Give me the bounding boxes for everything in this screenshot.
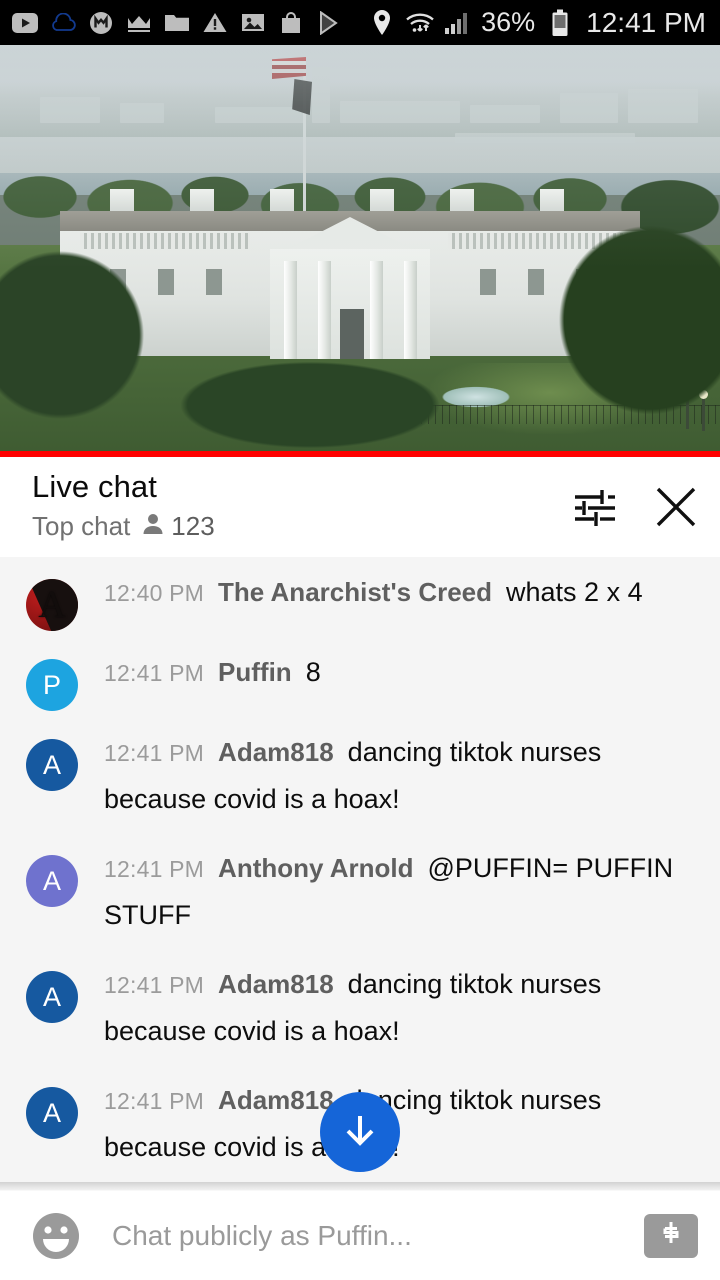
close-icon[interactable] bbox=[652, 483, 700, 531]
foreground-tree-center bbox=[150, 345, 480, 451]
avatar-letter: A bbox=[42, 749, 61, 780]
message-body: 12:41 PM Anthony Arnold @PUFFIN= PUFFIN … bbox=[104, 847, 702, 943]
phone-screen: 36% 12:41 PM Live chat Top chat 123 A 12… bbox=[0, 0, 720, 1280]
city-building bbox=[560, 93, 618, 123]
location-icon bbox=[367, 8, 397, 38]
live-chat-header: Live chat Top chat 123 bbox=[0, 457, 720, 557]
status-bar-system-icons: 36% 12:41 PM bbox=[367, 8, 706, 38]
city-building bbox=[470, 105, 540, 123]
avatar[interactable]: P bbox=[26, 659, 78, 711]
message-timestamp: 12:41 PM bbox=[104, 1088, 205, 1114]
avatar[interactable] bbox=[26, 579, 78, 631]
message-timestamp: 12:41 PM bbox=[104, 972, 205, 998]
message-body: 12:41 PM Adam818 dancing tiktok nurses b… bbox=[104, 963, 702, 1059]
message-author[interactable]: The Anarchist's Creed bbox=[218, 577, 492, 607]
list-item[interactable]: A 12:41 PM Adam818 dancing tiktok nurses… bbox=[0, 721, 720, 837]
arrow-down-icon bbox=[338, 1108, 382, 1157]
viewer-count-label: 123 bbox=[171, 511, 215, 542]
signal-icon bbox=[443, 8, 473, 38]
avatar[interactable]: A bbox=[26, 971, 78, 1023]
window bbox=[480, 269, 496, 295]
chat-mode-label[interactable]: Top chat bbox=[32, 513, 130, 539]
message-timestamp: 12:41 PM bbox=[104, 740, 205, 766]
scroll-to-bottom-button[interactable] bbox=[320, 1092, 400, 1172]
avatar[interactable]: A bbox=[26, 739, 78, 791]
message-timestamp: 12:40 PM bbox=[104, 580, 205, 606]
city-building bbox=[40, 97, 100, 123]
live-chat-subtitle-row: Top chat 123 bbox=[32, 512, 570, 541]
message-timestamp: 12:41 PM bbox=[104, 856, 205, 882]
cloud-icon bbox=[48, 8, 78, 38]
message-author[interactable]: Adam818 bbox=[218, 969, 334, 999]
city-building bbox=[340, 101, 460, 123]
super-chat-button[interactable] bbox=[644, 1213, 698, 1258]
status-bar-notification-icons bbox=[10, 8, 344, 38]
live-chat-title: Live chat bbox=[32, 469, 157, 504]
message-body: 12:41 PM Puffin 8 bbox=[104, 651, 702, 700]
status-bar-clock: 12:41 PM bbox=[586, 6, 706, 38]
list-bottom-shadow bbox=[0, 1182, 720, 1191]
avatar[interactable]: A bbox=[26, 1087, 78, 1139]
message-author[interactable]: Anthony Arnold bbox=[218, 853, 413, 883]
shopping-bag-icon bbox=[276, 8, 306, 38]
youtube-icon bbox=[10, 8, 40, 38]
chat-input[interactable] bbox=[112, 1219, 626, 1252]
avatar-letter: A bbox=[42, 865, 61, 896]
emoji-smile-icon[interactable] bbox=[28, 1208, 84, 1264]
crown-icon bbox=[124, 8, 154, 38]
message-author[interactable]: Adam818 bbox=[218, 1085, 334, 1115]
dollar-icon bbox=[656, 1218, 686, 1253]
message-timestamp: 12:41 PM bbox=[104, 660, 205, 686]
foreground-tree-right bbox=[540, 195, 720, 451]
city-monument bbox=[312, 67, 330, 123]
list-item[interactable]: P 12:41 PM Puffin 8 bbox=[0, 641, 720, 721]
avatar-letter: P bbox=[42, 669, 61, 700]
message-body: 12:40 PM The Anarchist's Creed whats 2 x… bbox=[104, 571, 702, 620]
american-flag bbox=[272, 57, 306, 79]
warning-icon bbox=[200, 8, 230, 38]
play-store-icon bbox=[314, 8, 344, 38]
window bbox=[206, 269, 222, 295]
avatar[interactable]: A bbox=[26, 855, 78, 907]
message-author[interactable]: Puffin bbox=[218, 657, 292, 687]
photo-icon bbox=[238, 8, 268, 38]
tune-icon[interactable] bbox=[570, 483, 618, 531]
city-building bbox=[455, 133, 635, 143]
live-chat-title-group: Live chat Top chat 123 bbox=[32, 469, 570, 541]
avatar-letter: A bbox=[42, 1097, 61, 1128]
city-building bbox=[628, 89, 698, 123]
message-body: 12:41 PM Adam818 dancing tiktok nurses b… bbox=[104, 731, 702, 827]
status-bar: 36% 12:41 PM bbox=[0, 0, 720, 45]
live-chat-actions bbox=[570, 483, 700, 531]
city-building bbox=[120, 103, 164, 123]
battery-percent-label: 36% bbox=[481, 7, 536, 37]
message-text: 8 bbox=[305, 657, 321, 687]
list-item[interactable]: A 12:41 PM Adam818 dancing tiktok nurses… bbox=[0, 953, 720, 1069]
message-body: 12:41 PM Adam818 dancing tiktok nurses b… bbox=[104, 1079, 702, 1175]
list-item[interactable]: 12:40 PM The Anarchist's Creed whats 2 x… bbox=[0, 561, 720, 641]
avatar-letter: A bbox=[42, 981, 61, 1012]
list-item[interactable]: A 12:41 PM Anthony Arnold @PUFFIN= PUFFI… bbox=[0, 837, 720, 953]
message-text: whats 2 x 4 bbox=[506, 577, 643, 607]
viewer-count-group: 123 bbox=[142, 511, 215, 542]
video-player[interactable] bbox=[0, 45, 720, 451]
message-author[interactable]: Adam818 bbox=[218, 737, 334, 767]
city-building bbox=[215, 107, 305, 123]
chat-input-bar bbox=[0, 1191, 720, 1280]
folder-icon bbox=[162, 8, 192, 38]
wifi-icon bbox=[405, 8, 435, 38]
person-icon bbox=[142, 512, 164, 541]
messenger-icon bbox=[86, 8, 116, 38]
battery-icon bbox=[545, 8, 575, 38]
